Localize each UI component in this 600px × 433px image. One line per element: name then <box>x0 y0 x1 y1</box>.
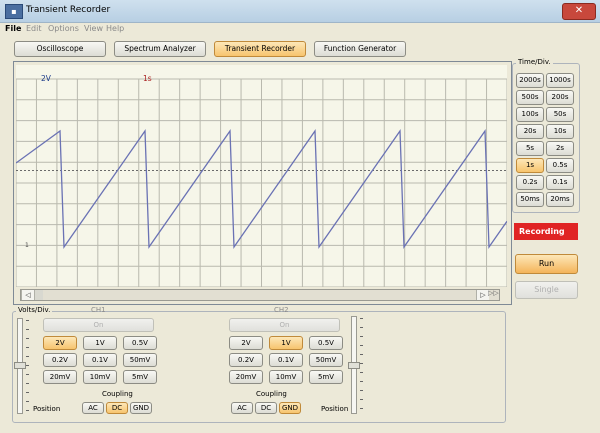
ch1-coupling-dc-button[interactable]: DC <box>106 402 128 414</box>
slider-tick <box>26 329 29 330</box>
menu-view[interactable]: View <box>84 24 103 33</box>
ch2-volts-button[interactable]: 0.2V <box>229 353 263 367</box>
time-div-button[interactable]: 50ms <box>516 192 544 207</box>
tab-spectrum-analyzer[interactable]: Spectrum Analyzer <box>114 41 206 57</box>
ch2-volts-button[interactable]: 50mV <box>309 353 343 367</box>
scroll-thumb[interactable] <box>34 290 43 300</box>
slider-tick <box>360 399 363 400</box>
ch2-on-toggle[interactable]: On <box>229 318 340 332</box>
time-div-button[interactable]: 1000s <box>546 73 574 88</box>
time-div-button[interactable]: 1s <box>516 158 544 173</box>
menu-options[interactable]: Options <box>48 24 79 33</box>
slider-tick <box>26 365 29 366</box>
slider-tick <box>26 356 29 357</box>
ch1-volts-button[interactable]: 20mV <box>43 370 77 384</box>
ch1-volts-button[interactable]: 1V <box>83 336 117 350</box>
slider-tick <box>26 401 29 402</box>
time-scrollbar[interactable]: ◁ ▷ <box>20 289 500 301</box>
time-div-button[interactable]: 5s <box>516 141 544 156</box>
ch2-volts-button[interactable]: 20mV <box>229 370 263 384</box>
ch2-coupling-gnd-button[interactable]: GND <box>279 402 301 414</box>
ch1-title: CH1 <box>91 306 106 314</box>
ch1-coupling-gnd-button[interactable]: GND <box>130 402 152 414</box>
window-title: Transient Recorder <box>26 5 111 15</box>
slider-tick <box>26 383 29 384</box>
slider-tick <box>360 345 363 346</box>
time-div-title: Time/Div. <box>516 58 553 66</box>
ch1-volts-button[interactable]: 50mV <box>123 353 157 367</box>
slider-tick <box>26 392 29 393</box>
ch2-volts-button[interactable]: 2V <box>229 336 263 350</box>
ch2-volts-button[interactable]: 10mV <box>269 370 303 384</box>
tab-function-generator[interactable]: Function Generator <box>314 41 406 57</box>
slider-tick <box>360 363 363 364</box>
ch1-coupling-label: Coupling <box>102 390 133 398</box>
ch2-volts-button[interactable]: 0.1V <box>269 353 303 367</box>
slider-tick <box>26 338 29 339</box>
slider-tick <box>360 318 363 319</box>
ch2-title: CH2 <box>274 306 289 314</box>
scope-display[interactable] <box>16 65 507 287</box>
trace-marker: 1 <box>25 242 29 249</box>
recording-indicator: Recording <box>514 223 578 240</box>
slider-tick <box>360 390 363 391</box>
time-div-button[interactable]: 200s <box>546 90 574 105</box>
ch1-position-label: Position <box>33 405 61 413</box>
ch1-volts-button[interactable]: 0.1V <box>83 353 117 367</box>
close-icon[interactable]: ✕ <box>562 3 596 20</box>
slider-tick <box>360 336 363 337</box>
volts-div-title: Volts/Div. <box>16 306 53 314</box>
time-div-button[interactable]: 10s <box>546 124 574 139</box>
menu-edit[interactable]: Edit <box>26 24 42 33</box>
app-icon: ▪ <box>5 4 23 19</box>
slider-tick <box>360 381 363 382</box>
ch1-volts-button[interactable]: 2V <box>43 336 77 350</box>
time-div-button[interactable]: 20s <box>516 124 544 139</box>
ch1-position-thumb[interactable] <box>14 362 26 369</box>
title-bar: ▪ Transient Recorder ✕ <box>0 0 600 23</box>
ch1-volts-button[interactable]: 0.2V <box>43 353 77 367</box>
scroll-end-icon[interactable]: ▷▷ <box>488 289 499 297</box>
ch1-coupling-ac-button[interactable]: AC <box>82 402 104 414</box>
tab-oscilloscope[interactable]: Oscilloscope <box>14 41 106 57</box>
menu-file[interactable]: File <box>5 24 21 33</box>
time-div-button[interactable]: 20ms <box>546 192 574 207</box>
time-div-button[interactable]: 2000s <box>516 73 544 88</box>
ch2-volts-button[interactable]: 0.5V <box>309 336 343 350</box>
ch2-position-label: Position <box>321 405 349 413</box>
ch1-on-toggle[interactable]: On <box>43 318 154 332</box>
time-div-button[interactable]: 500s <box>516 90 544 105</box>
slider-tick <box>360 327 363 328</box>
ch1-volts-button[interactable]: 10mV <box>83 370 117 384</box>
ch2-volts-button[interactable]: 5mV <box>309 370 343 384</box>
ch2-position-thumb[interactable] <box>348 362 360 369</box>
volts-readout: 2V <box>41 74 51 83</box>
time-div-button[interactable]: 0.5s <box>546 158 574 173</box>
slider-tick <box>26 347 29 348</box>
slider-tick <box>26 374 29 375</box>
run-button[interactable]: Run <box>515 254 578 274</box>
slider-tick <box>360 354 363 355</box>
ch2-coupling-label: Coupling <box>256 390 287 398</box>
ch1-volts-button[interactable]: 0.5V <box>123 336 157 350</box>
ch2-coupling-dc-button[interactable]: DC <box>255 402 277 414</box>
time-div-button[interactable]: 0.2s <box>516 175 544 190</box>
slider-tick <box>26 410 29 411</box>
ch2-coupling-ac-button[interactable]: AC <box>231 402 253 414</box>
time-div-button[interactable]: 0.1s <box>546 175 574 190</box>
slider-tick <box>26 320 29 321</box>
menu-bar: File Edit Options View Help <box>0 23 600 36</box>
time-div-button[interactable]: 100s <box>516 107 544 122</box>
slider-tick <box>360 408 363 409</box>
time-div-button[interactable]: 2s <box>546 141 574 156</box>
menu-help[interactable]: Help <box>106 24 124 33</box>
ch2-volts-button[interactable]: 1V <box>269 336 303 350</box>
slider-tick <box>360 372 363 373</box>
ch1-volts-button[interactable]: 5mV <box>123 370 157 384</box>
single-button[interactable]: Single <box>515 281 578 299</box>
tab-transient-recorder[interactable]: Transient Recorder <box>214 41 306 57</box>
time-readout: 1s <box>143 74 152 83</box>
time-div-button[interactable]: 50s <box>546 107 574 122</box>
scroll-left-icon[interactable]: ◁ <box>21 290 34 300</box>
